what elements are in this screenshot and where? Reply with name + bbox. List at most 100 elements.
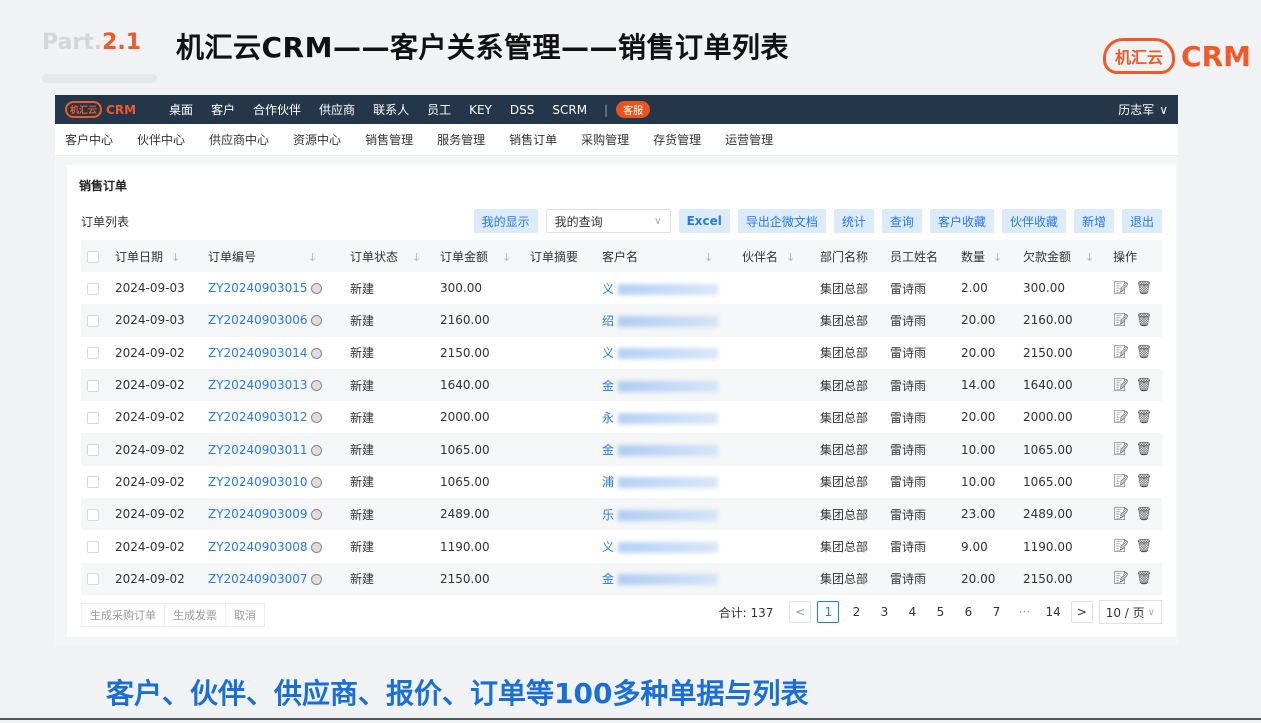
- table-row[interactable]: 2024-09-02 ZY20240903008 新建 1190.00 义 集团总部 雷诗雨…: [81, 530, 1162, 562]
- row-checkbox-cell[interactable]: [81, 498, 109, 531]
- row-checkbox[interactable]: [87, 541, 99, 554]
- sort-icon[interactable]: ↓: [704, 251, 713, 264]
- nav-item-key[interactable]: KEY: [469, 103, 492, 117]
- customer-cell[interactable]: 永: [596, 401, 736, 433]
- row-checkbox[interactable]: [87, 476, 99, 489]
- row-checkbox-cell[interactable]: [81, 530, 109, 562]
- trash-icon[interactable]: 🗑︎: [1136, 442, 1153, 457]
- subnav-item-purchase-mgmt[interactable]: 采购管理: [581, 131, 629, 148]
- user-menu[interactable]: 历志军 ∨: [1118, 101, 1168, 118]
- page-6[interactable]: 6: [957, 601, 979, 623]
- sort-icon[interactable]: ↓: [502, 251, 511, 264]
- row-checkbox[interactable]: [87, 411, 99, 424]
- order-no-cell[interactable]: ZY20240903010: [202, 466, 344, 498]
- trash-icon[interactable]: 🗑︎: [1136, 507, 1153, 522]
- table-row[interactable]: 2024-09-02 ZY20240903009 新建 2489.00 乐集团总部 雷诗雨…: [81, 498, 1162, 531]
- order-no-link[interactable]: ZY20240903006: [208, 313, 308, 327]
- order-no-link[interactable]: ZY20240903008: [208, 540, 308, 554]
- trash-icon[interactable]: 🗑︎: [1136, 378, 1153, 393]
- customer-cell[interactable]: 金: [596, 368, 736, 402]
- row-checkbox[interactable]: [87, 347, 99, 360]
- table-row[interactable]: 2024-09-02 ZY20240903014 新建 2150.00 义 集团总部 雷诗雨…: [81, 337, 1162, 369]
- prev-page-button[interactable]: <: [789, 601, 812, 623]
- customer-cell[interactable]: 金: [596, 433, 736, 466]
- customer-link[interactable]: 浦: [602, 475, 614, 489]
- customer-service-badge[interactable]: 客服: [616, 101, 651, 118]
- col-staff-name[interactable]: 员工姓名: [884, 240, 955, 272]
- row-checkbox-cell[interactable]: [81, 433, 109, 466]
- col-dept-name[interactable]: 部门名称: [814, 240, 884, 272]
- order-no-cell[interactable]: ZY20240903006: [202, 304, 344, 337]
- sort-icon[interactable]: ↓: [786, 251, 795, 264]
- nav-item-desktop[interactable]: 桌面: [169, 101, 193, 118]
- row-checkbox[interactable]: [87, 573, 99, 586]
- sort-icon[interactable]: ↓: [1085, 251, 1094, 264]
- order-no-cell[interactable]: ZY20240903012: [202, 401, 344, 433]
- order-no-link[interactable]: ZY20240903013: [208, 378, 308, 392]
- select-all-header[interactable]: [81, 240, 109, 272]
- subnav-item-partner-center[interactable]: 伙伴中心: [137, 131, 185, 148]
- col-partner-name[interactable]: 伙伴名 ↓: [736, 240, 814, 272]
- edit-doc-icon[interactable]: 📝︎: [1113, 378, 1130, 393]
- table-row[interactable]: 2024-09-02 ZY20240903013 新建 1640.00 金集团总部 雷诗雨…: [81, 368, 1162, 402]
- subnav-item-supplier-center[interactable]: 供应商中心: [209, 131, 269, 148]
- table-row[interactable]: 2024-09-02 ZY20240903012 新建 2000.00 永 集团总部 雷诗雨…: [81, 401, 1162, 433]
- order-no-cell[interactable]: ZY20240903007: [202, 562, 344, 595]
- order-no-cell[interactable]: ZY20240903011: [202, 433, 344, 466]
- sort-icon[interactable]: ↓: [171, 251, 180, 264]
- customer-cell[interactable]: 金: [596, 562, 736, 595]
- order-no-link[interactable]: ZY20240903009: [208, 507, 308, 521]
- row-checkbox[interactable]: [87, 282, 99, 295]
- order-no-link[interactable]: ZY20240903007: [208, 572, 308, 586]
- trash-icon[interactable]: 🗑︎: [1136, 474, 1153, 489]
- select-all-checkbox[interactable]: [87, 250, 99, 263]
- subnav-item-sales-order[interactable]: 销售订单: [509, 131, 557, 148]
- customer-link[interactable]: 金: [602, 572, 614, 586]
- cancel-button[interactable]: 取消: [225, 603, 265, 627]
- customer-link[interactable]: 义: [602, 346, 614, 360]
- page-4[interactable]: 4: [901, 601, 923, 623]
- trash-icon[interactable]: 🗑︎: [1136, 571, 1153, 586]
- col-customer-name[interactable]: 客户名 ↓: [596, 240, 736, 272]
- nav-item-customer[interactable]: 客户: [211, 101, 235, 118]
- col-order-date[interactable]: 订单日期 ↓: [109, 240, 202, 272]
- customer-cell[interactable]: 乐: [596, 498, 736, 531]
- page-7[interactable]: 7: [985, 601, 1007, 623]
- table-row[interactable]: 2024-09-03 ZY20240903015 新建 300.00 义 集团总部 雷诗雨 2…: [81, 272, 1162, 304]
- customer-link[interactable]: 义: [602, 282, 614, 296]
- row-checkbox[interactable]: [87, 508, 99, 521]
- query-select[interactable]: 我的查询 ∨: [545, 209, 671, 233]
- sort-icon[interactable]: ↓: [308, 251, 317, 264]
- subnav-item-resource-center[interactable]: 资源中心: [293, 131, 341, 148]
- query-button[interactable]: 查询: [881, 209, 922, 233]
- edit-doc-icon[interactable]: 📝︎: [1113, 345, 1130, 360]
- nav-item-supplier[interactable]: 供应商: [319, 101, 355, 118]
- col-debt-amount[interactable]: 欠款金额 ↓: [1017, 240, 1107, 272]
- order-no-link[interactable]: ZY20240903015: [208, 281, 308, 295]
- customer-link[interactable]: 金: [602, 443, 614, 457]
- customer-cell[interactable]: 绍: [596, 304, 736, 337]
- excel-button[interactable]: Excel: [678, 209, 730, 233]
- edit-doc-icon[interactable]: 📝︎: [1113, 281, 1130, 296]
- page-1[interactable]: 1: [817, 601, 840, 623]
- row-checkbox[interactable]: [87, 379, 99, 392]
- page-ellipsis[interactable]: ···: [1013, 601, 1035, 623]
- statistics-button[interactable]: 统计: [833, 209, 874, 233]
- trash-icon[interactable]: 🗑︎: [1136, 313, 1153, 328]
- edit-doc-icon[interactable]: 📝︎: [1113, 474, 1130, 489]
- row-checkbox-cell[interactable]: [81, 272, 109, 304]
- edit-doc-icon[interactable]: 📝︎: [1113, 507, 1130, 522]
- subnav-item-customer-center[interactable]: 客户中心: [65, 131, 113, 148]
- page-size-select[interactable]: 10 / 页 ∨: [1098, 600, 1162, 624]
- order-no-link[interactable]: ZY20240903011: [208, 443, 308, 457]
- subnav-item-sales-mgmt[interactable]: 销售管理: [365, 131, 413, 148]
- generate-invoice-button[interactable]: 生成发票: [164, 603, 226, 627]
- customer-cell[interactable]: 义: [596, 272, 736, 304]
- subnav-item-inventory-mgmt[interactable]: 存货管理: [653, 131, 701, 148]
- customer-cell[interactable]: 义: [596, 337, 736, 369]
- customer-link[interactable]: 乐: [602, 508, 614, 522]
- order-no-link[interactable]: ZY20240903010: [208, 475, 308, 489]
- page-14[interactable]: 14: [1041, 601, 1064, 623]
- order-no-cell[interactable]: ZY20240903013: [202, 368, 344, 402]
- subnav-item-operation-mgmt[interactable]: 运营管理: [725, 131, 773, 148]
